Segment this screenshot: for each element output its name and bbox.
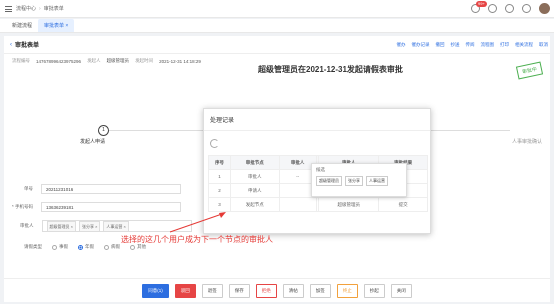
tab-new-process[interactable]: 新建流程 <box>6 19 38 32</box>
notification-badge: 99+ <box>476 1 487 7</box>
number-label: 单号 <box>24 186 33 191</box>
column-header: 序号 <box>208 155 231 170</box>
tool-cancel[interactable]: 取消 <box>539 42 548 48</box>
step-label-applicant: 发起人申请 <box>80 139 106 145</box>
radio-dot <box>130 244 135 250</box>
cell-node: 申请人 <box>230 183 280 198</box>
topbar-actions: 99+ <box>471 1 550 14</box>
approver-label: 审批人 <box>20 223 34 228</box>
close-button[interactable]: 关闭 <box>390 283 412 298</box>
popover-title: 候选 <box>316 167 325 172</box>
form-row-number: 单号 20211231016 <box>24 184 181 194</box>
return-button[interactable]: 抄起 <box>363 283 385 298</box>
tab-approval-form[interactable]: 审批表单 × <box>38 19 75 32</box>
menu-icon[interactable] <box>5 5 12 12</box>
meta-number-label: 流程编号 <box>12 58 30 63</box>
cell-no: 3 <box>208 197 231 212</box>
refresh-icon[interactable] <box>505 4 514 13</box>
tool-flowchart[interactable]: 流程图 <box>481 42 495 48</box>
step-label-hr: 人事审批确认 <box>512 139 543 145</box>
radio-dot <box>52 244 57 250</box>
radio-dot <box>104 244 109 250</box>
form-row-phone: * 手机号码 13636239181 <box>12 202 182 212</box>
top-bar: 流程中心 › 审批表单 99+ <box>0 0 554 18</box>
breadcrumb-separator: › <box>39 5 41 12</box>
tool-remind[interactable]: 催办 <box>397 42 406 48</box>
tab-bar: 新建流程 审批表单 × <box>0 19 554 33</box>
meta-time-value: 2021-12-31 14:18:29 <box>159 58 201 64</box>
breadcrumb-home[interactable]: 流程中心 <box>16 5 36 12</box>
reject-button[interactable]: 驳回 <box>174 283 196 298</box>
cell-c3 <box>278 197 317 212</box>
agree-button[interactable]: 同意(1) <box>142 283 169 298</box>
candidate-popover: 候选 超级管理员 张分享 人事运营 <box>311 163 407 197</box>
cell-node: 审批人 <box>230 169 280 184</box>
breadcrumb-current: 审批表单 <box>43 6 64 12</box>
terminate-button[interactable]: 终止 <box>336 283 358 298</box>
toolbar: 催办 催办记录 撤回 抄送 传阅 流程图 打印 相关流程 取消 <box>397 42 549 48</box>
phone-field[interactable]: 13636239181 <box>41 202 182 212</box>
radio-label: 病假 <box>111 244 120 249</box>
radio-personal-leave[interactable]: 事假 <box>52 244 68 250</box>
clear-button[interactable]: 清帖 <box>282 283 304 298</box>
radio-annual-leave[interactable]: 年假 <box>78 244 94 250</box>
number-field[interactable]: 20211231016 <box>41 184 181 194</box>
cell-c6: 提交 <box>378 197 428 212</box>
refresh-icon[interactable] <box>210 139 219 148</box>
radio-dot <box>78 244 83 250</box>
table-row: 3 发起节点 超级管理员 提交 <box>208 197 428 212</box>
column-header: 审批节点 <box>230 155 280 170</box>
candidate-chip[interactable]: 人事运营 <box>366 176 388 186</box>
tool-cc[interactable]: 抄送 <box>451 42 460 48</box>
page-title: 审批表单 <box>15 43 40 49</box>
cell-c5: 超级管理员 <box>318 197 380 212</box>
refuse-button[interactable]: 拒绝 <box>255 283 277 298</box>
approver-field[interactable]: 超级管理员 × 张分享 × 人事运营 × <box>41 220 192 232</box>
notification-icon[interactable]: 99+ <box>471 1 487 13</box>
radio-sick-leave[interactable]: 病假 <box>104 244 120 250</box>
candidate-chip[interactable]: 超级管理员 <box>316 176 342 186</box>
fullscreen-icon[interactable] <box>522 4 531 13</box>
tool-remind-log[interactable]: 催办记录 <box>412 42 430 48</box>
meta-time-label: 发起时间 <box>135 58 154 63</box>
candidate-chip[interactable]: 张分享 <box>345 176 363 186</box>
tool-circulate[interactable]: 传阅 <box>466 42 475 48</box>
withdraw-button[interactable]: 退签 <box>201 283 223 298</box>
step-number: 1 <box>98 125 109 136</box>
dialog-title: 处理记录 <box>204 109 430 131</box>
approver-chip[interactable]: 张分享 × <box>78 221 101 232</box>
popover-chips: 超级管理员 张分享 人事运营 <box>312 176 406 186</box>
cell-node: 发起节点 <box>230 197 280 212</box>
document-title: 超级管理员在2021-12-31发起请假表审批 <box>258 65 403 74</box>
approver-chip[interactable]: 人事运营 × <box>103 221 129 232</box>
save-button[interactable]: 保存 <box>228 283 250 298</box>
action-bar: 同意(1) 驳回 退签 保存 拒绝 清帖 加签 终止 抄起 关闭 <box>4 278 550 302</box>
message-icon[interactable] <box>488 4 497 13</box>
radio-label: 事假 <box>59 244 68 249</box>
form-row-approver: 审批人 超级管理员 × 张分享 × 人事运营 × <box>20 220 192 232</box>
tool-withdraw[interactable]: 撤回 <box>436 42 445 48</box>
meta-applicant-label: 发起人 <box>87 58 101 63</box>
meta-number-value: 147678996423975296 <box>36 58 82 64</box>
phone-label: * 手机号码 <box>12 204 34 209</box>
back-icon[interactable]: ‹ <box>10 42 12 48</box>
add-sign-button[interactable]: 加签 <box>309 283 331 298</box>
page-header: ‹ 审批表单 催办 催办记录 撤回 抄送 传阅 流程图 打印 相关流程 取消 <box>4 36 550 54</box>
approver-chip[interactable]: 超级管理员 × <box>46 221 76 232</box>
cell-no: 2 <box>208 183 231 198</box>
cell-no: 1 <box>208 169 231 184</box>
annotation-text: 选择的这几个用户成为下一个节点的审批人 <box>121 235 273 244</box>
meta-applicant-value: 超级管理员 <box>106 58 130 63</box>
radio-label: 年假 <box>85 244 94 249</box>
tool-related[interactable]: 相关流程 <box>515 42 533 48</box>
tool-print[interactable]: 打印 <box>500 42 509 48</box>
avatar[interactable] <box>539 3 550 14</box>
leave-type-label: 请假类型 <box>24 244 42 249</box>
